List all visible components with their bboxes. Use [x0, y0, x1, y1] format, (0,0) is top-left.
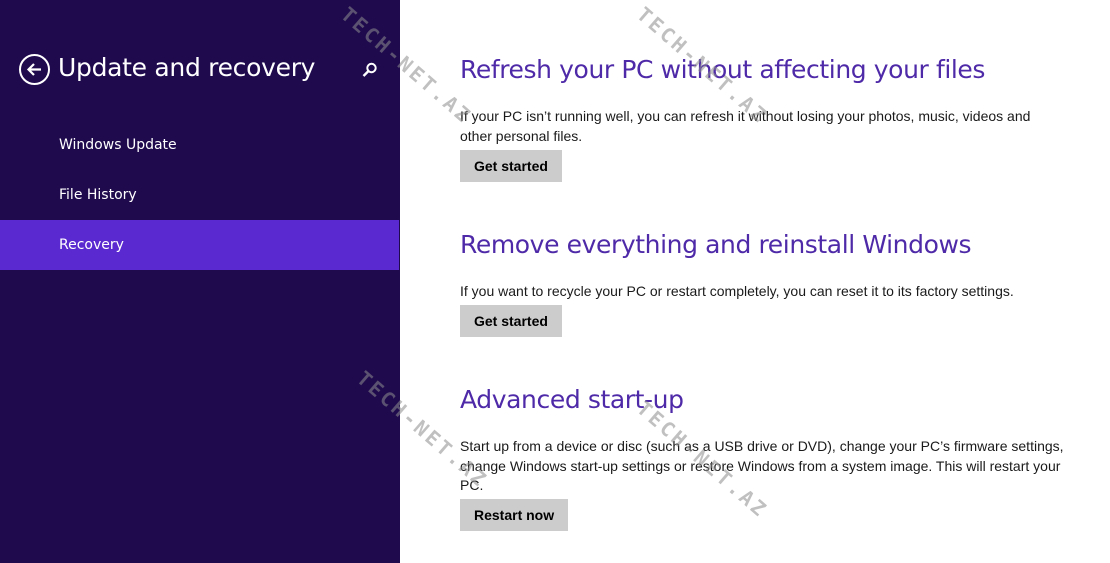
sidebar-item-recovery[interactable]: Recovery — [0, 220, 399, 270]
page-title: Update and recovery — [58, 53, 316, 82]
sidebar-item-label: File History — [59, 187, 137, 203]
restart-now-button[interactable]: Restart now — [460, 499, 569, 531]
advanced-startup-heading: Advanced start-up — [460, 385, 684, 414]
back-arrow-icon — [26, 63, 41, 76]
sidebar-item-windows-update[interactable]: Windows Update — [0, 120, 399, 170]
back-button[interactable] — [19, 54, 50, 85]
search-icon — [362, 62, 377, 77]
advanced-startup-description: Start up from a device or disc (such as … — [460, 438, 1064, 493]
sidebar-nav: Windows Update File History Recovery — [0, 120, 399, 270]
reset-heading: Remove everything and reinstall Windows — [460, 230, 972, 259]
sidebar-item-label: Recovery — [59, 237, 124, 253]
main-content: Refresh your PC without affecting your f… — [460, 0, 1070, 563]
sidebar: Update and recovery Windows Update File … — [0, 0, 400, 563]
sidebar-item-file-history[interactable]: File History — [0, 170, 399, 220]
search-button[interactable] — [361, 61, 379, 79]
refresh-heading: Refresh your PC without affecting your f… — [460, 55, 986, 84]
refresh-description: If your PC isn’t running well, you can r… — [460, 108, 1031, 144]
reset-description: If you want to recycle your PC or restar… — [460, 283, 1014, 299]
sidebar-item-label: Windows Update — [59, 137, 177, 153]
refresh-get-started-button[interactable]: Get started — [460, 150, 562, 182]
reset-get-started-button[interactable]: Get started — [460, 305, 562, 337]
